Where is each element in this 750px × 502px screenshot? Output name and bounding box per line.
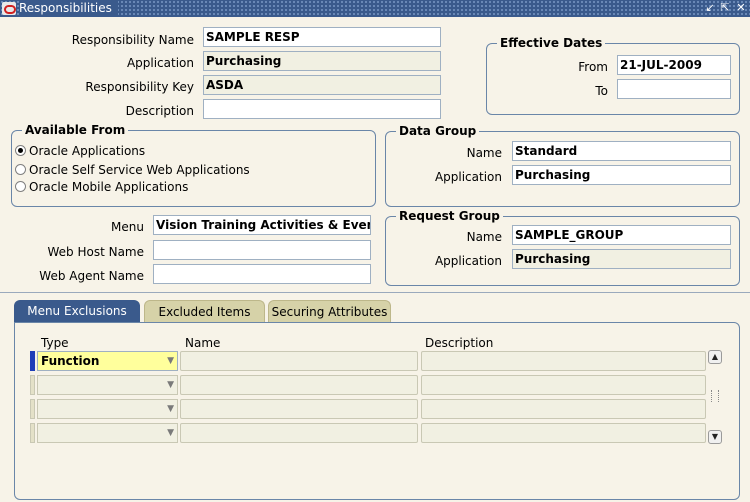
oracle-logo-icon xyxy=(2,2,16,15)
radio-label: Oracle Applications xyxy=(29,144,146,158)
chevron-down-icon[interactable]: ▼ xyxy=(167,425,174,441)
type-dropdown[interactable]: Function ▼ xyxy=(37,351,178,371)
section-divider xyxy=(0,292,750,293)
request-group-name-label: Name xyxy=(466,230,502,244)
scroll-up-icon[interactable]: ▲ xyxy=(708,350,722,364)
type-dropdown[interactable]: ▼ xyxy=(37,423,178,443)
type-value: Function xyxy=(41,354,100,368)
radio-selected-icon[interactable] xyxy=(15,145,26,156)
data-group-title: Data Group xyxy=(396,124,480,138)
radio-oracle-applications[interactable]: Oracle Applications xyxy=(15,143,145,160)
radio-mobile-applications[interactable]: Oracle Mobile Applications xyxy=(15,179,188,196)
to-date-field[interactable] xyxy=(617,79,731,99)
responsibility-name-field[interactable]: SAMPLE RESP xyxy=(203,27,441,47)
web-agent-name-label: Web Agent Name xyxy=(39,269,144,283)
type-dropdown[interactable]: ▼ xyxy=(37,399,178,419)
radio-label: Oracle Mobile Applications xyxy=(29,180,189,194)
application-field[interactable]: Purchasing xyxy=(203,51,441,71)
request-group-title: Request Group xyxy=(396,209,503,223)
responsibility-key-field[interactable]: ASDA xyxy=(203,75,441,95)
close-icon[interactable]: ✕ xyxy=(734,1,748,15)
row-indicator[interactable] xyxy=(30,351,35,371)
name-cell[interactable] xyxy=(180,423,418,443)
name-cell[interactable] xyxy=(180,375,418,395)
from-label: From xyxy=(578,60,608,74)
scroll-down-icon[interactable]: ▼ xyxy=(708,430,722,444)
type-dropdown[interactable]: ▼ xyxy=(37,375,178,395)
responsibility-name-label: Responsibility Name xyxy=(71,33,194,47)
radio-self-service-web[interactable]: Oracle Self Service Web Applications xyxy=(15,162,250,179)
responsibility-key-label: Responsibility Key xyxy=(85,80,194,94)
chevron-down-icon[interactable]: ▼ xyxy=(167,353,174,369)
maximize-icon[interactable]: ⇱ xyxy=(718,1,732,15)
chevron-down-icon[interactable]: ▼ xyxy=(167,401,174,417)
data-group-application-field[interactable]: Purchasing xyxy=(512,165,731,185)
effective-dates-title: Effective Dates xyxy=(497,36,606,50)
available-from-title: Available From xyxy=(22,123,129,137)
data-group-name-field[interactable]: Standard xyxy=(512,141,731,161)
request-group-name-field[interactable]: SAMPLE_GROUP xyxy=(512,225,731,245)
description-field[interactable] xyxy=(203,99,441,119)
radio-unselected-icon[interactable] xyxy=(15,181,26,192)
name-cell[interactable] xyxy=(180,399,418,419)
web-agent-name-field[interactable] xyxy=(153,264,371,284)
application-label: Application xyxy=(126,56,194,70)
description-cell[interactable] xyxy=(421,375,706,395)
description-label: Description xyxy=(125,104,194,118)
tab-securing-attributes[interactable]: Securing Attributes xyxy=(268,300,391,322)
name-cell[interactable] xyxy=(180,351,418,371)
to-label: To xyxy=(595,84,608,98)
web-host-name-field[interactable] xyxy=(153,240,371,260)
web-host-name-label: Web Host Name xyxy=(47,245,144,259)
menu-label: Menu xyxy=(111,220,144,234)
column-header-name: Name xyxy=(185,336,221,350)
description-cell[interactable] xyxy=(421,399,706,419)
tab-menu-exclusions[interactable]: Menu Exclusions xyxy=(14,300,140,322)
chevron-down-icon[interactable]: ▼ xyxy=(167,377,174,393)
data-group-name-label: Name xyxy=(466,146,502,160)
radio-unselected-icon[interactable] xyxy=(15,164,26,175)
column-header-description: Description xyxy=(425,336,494,350)
description-cell[interactable] xyxy=(421,423,706,443)
request-group-application-field[interactable]: Purchasing xyxy=(512,249,731,269)
from-date-field[interactable]: 21-JUL-2009 xyxy=(617,55,731,75)
tab-excluded-items[interactable]: Excluded Items xyxy=(144,300,265,322)
table-scrollbar[interactable]: ▲ ▼ xyxy=(708,350,722,446)
row-indicator[interactable] xyxy=(30,399,35,419)
menu-field[interactable]: Vision Training Activities & Events xyxy=(153,215,371,235)
request-group-application-label: Application xyxy=(434,254,502,268)
radio-label: Oracle Self Service Web Applications xyxy=(29,163,250,177)
scroll-thumb-grip[interactable] xyxy=(711,390,719,402)
row-indicator[interactable] xyxy=(30,423,35,443)
window-title: Responsibilities xyxy=(19,1,118,16)
minimize-icon[interactable]: ↙ xyxy=(703,1,717,15)
description-cell[interactable] xyxy=(421,351,706,371)
column-header-type: Type xyxy=(41,336,69,350)
data-group-application-label: Application xyxy=(434,170,502,184)
row-indicator[interactable] xyxy=(30,375,35,395)
